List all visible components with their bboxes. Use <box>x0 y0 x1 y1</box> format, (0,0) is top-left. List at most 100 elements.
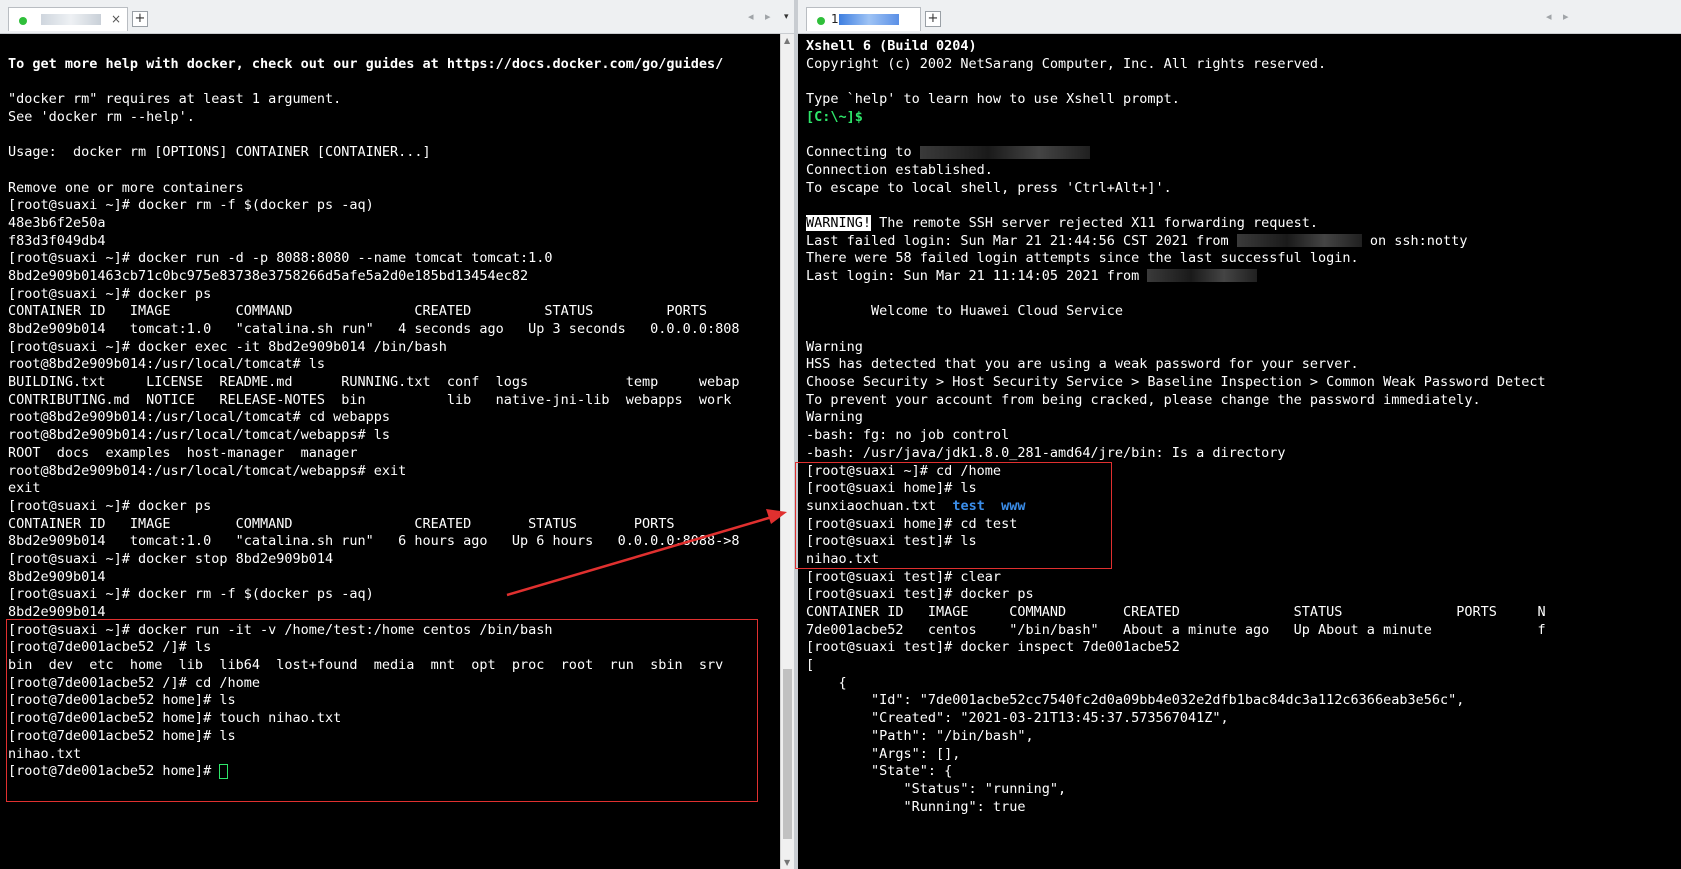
left-scrollbar[interactable]: ▲ ▼ <box>780 34 795 869</box>
terminal-line-text: [root@suaxi ~]# docker ps <box>8 285 212 302</box>
new-tab-button[interactable]: + <box>925 11 941 27</box>
terminal-line-text: WARNING! <box>806 214 872 231</box>
terminal-line-text: To prevent your account from being crack… <box>806 391 1481 408</box>
redacted-tab-title <box>839 14 899 25</box>
terminal-line-text: Warning <box>806 409 863 426</box>
terminal-line-text: [root@suaxi ~]# docker stop 8bd2e909b014 <box>8 550 334 567</box>
terminal-line: root@8bd2e909b014:/usr/local/tomcat/weba… <box>8 427 795 445</box>
scroll-thumb[interactable] <box>783 669 792 839</box>
right-session-tab[interactable]: 1 <box>806 7 921 31</box>
terminal-line-text: root@8bd2e909b014:/usr/local/tomcat/weba… <box>8 427 391 444</box>
tab-scroll-arrows[interactable]: ◂ ▸ <box>748 10 775 23</box>
right-tab-bar: 1 + ◂ ▸ <box>798 0 1681 34</box>
failed-login-suffix: on ssh:notty <box>1361 232 1468 249</box>
left-highlight-box <box>6 619 758 802</box>
terminal-line-text: "Status": "running", <box>806 780 1067 797</box>
scroll-up-icon[interactable]: ▲ <box>784 36 790 45</box>
terminal-line-text: Warning <box>806 338 863 355</box>
terminal-line-text: -bash: fg: no job control <box>806 427 1010 444</box>
terminal-line-text: Connecting to <box>806 144 920 161</box>
terminal-line-text: f83d3f049db4 <box>8 232 106 249</box>
terminal-line-text: [root@suaxi test]# docker inspect 7de001… <box>806 639 1180 656</box>
tab-menu-chevron-icon[interactable]: ▾ <box>784 12 789 22</box>
terminal-line-text: 8bd2e909b014 tomcat:1.0 "catalina.sh run… <box>8 533 740 550</box>
terminal-line-text: 48e3b6f2e50a <box>8 214 106 231</box>
terminal-line-text: There were 58 failed login attempts sinc… <box>806 250 1359 267</box>
terminal-line-text: 8bd2e909b014 <box>8 604 106 620</box>
terminal-line: [root@suaxi ~]# docker rm -f $(docker ps… <box>8 197 795 215</box>
terminal-line: [root@suaxi ~]# docker stop 8bd2e909b014 <box>8 551 795 569</box>
left-session-tab[interactable]: × <box>8 7 128 31</box>
terminal-line-text: "State": { <box>806 763 953 780</box>
terminal-line-text: root@8bd2e909b014:/usr/local/tomcat/weba… <box>8 462 407 479</box>
terminal-line-text: Last login: Sun Mar 21 11:14:05 2021 fro… <box>806 267 1148 284</box>
terminal-line: 8bd2e909b01463cb71c0bc975e83738e3758266d… <box>8 268 795 286</box>
terminal-line-text: Usage: docker rm [OPTIONS] CONTAINER [CO… <box>8 144 431 161</box>
terminal-line: { <box>806 675 1681 693</box>
terminal-line: 8bd2e909b014 <box>8 569 795 587</box>
terminal-line: root@8bd2e909b014:/usr/local/tomcat# ls <box>8 356 795 374</box>
terminal-line: "Args": [], <box>806 746 1681 764</box>
terminal-line: To escape to local shell, press 'Ctrl+Al… <box>806 180 1681 198</box>
terminal-line: 8bd2e909b014 tomcat:1.0 "catalina.sh run… <box>8 533 795 551</box>
terminal-line-text: 7de001acbe52 centos "/bin/bash" About a … <box>806 621 1546 638</box>
terminal-line: HSS has detected that you are using a we… <box>806 356 1681 374</box>
terminal-line: Last failed login: Sun Mar 21 21:44:56 C… <box>806 233 1681 251</box>
right-session-pane: 1 + ◂ ▸ Xshell 6 (Build 0204) Copyright (… <box>798 0 1681 869</box>
terminal-line: "Id": "7de001acbe52cc7540fc2d0a09bb4e032… <box>806 692 1681 710</box>
terminal-line: WARNING! The remote SSH server rejected … <box>806 214 1681 233</box>
terminal-line-text: To get more help with docker, check out … <box>8 55 724 72</box>
terminal-line: [root@suaxi ~]# docker run -d -p 8088:80… <box>8 250 795 268</box>
terminal-line: BUILDING.txt LICENSE README.md RUNNING.t… <box>8 374 795 392</box>
terminal-line-text: [root@suaxi ~]# docker rm -f $(docker ps… <box>8 586 374 603</box>
terminal-line-text: "Created": "2021-03-21T13:45:37.57356704… <box>806 710 1229 727</box>
terminal-line-text: [root@suaxi ~]# docker ps <box>8 497 212 514</box>
terminal-line: [root@suaxi test]# docker inspect 7de001… <box>806 639 1681 657</box>
terminal-line: Connection established. <box>806 162 1681 180</box>
terminal-line-text: [C:\~]$ <box>806 108 863 125</box>
terminal-line: CONTAINER ID IMAGE COMMAND CREATED STATU… <box>8 516 795 534</box>
terminal-line-text: 8bd2e909b014 tomcat:1.0 "catalina.sh run… <box>8 321 740 337</box>
terminal-line-text: [root@suaxi test]# clear <box>806 568 1002 585</box>
terminal-line: Warning <box>806 339 1681 357</box>
terminal-line: "State": { <box>806 763 1681 781</box>
terminal-line-text: 8bd2e909b014 <box>8 568 106 585</box>
right-highlight-box <box>795 462 1112 569</box>
terminal-line: "Created": "2021-03-21T13:45:37.57356704… <box>806 710 1681 728</box>
right-terminal[interactable]: Xshell 6 (Build 0204) Copyright (c) 2002 … <box>798 34 1681 869</box>
tab-scroll-arrows[interactable]: ◂ ▸ <box>1546 10 1573 23</box>
terminal-line: Welcome to Huawei Cloud Service <box>806 303 1681 321</box>
terminal-line-text: "Running": true <box>806 798 1026 815</box>
terminal-line-text: BUILDING.txt LICENSE README.md RUNNING.t… <box>8 374 740 391</box>
terminal-line-text: Connection established. <box>806 161 993 178</box>
terminal-line-text: "docker rm" requires at least 1 argument… <box>8 91 342 108</box>
terminal-line: Xshell 6 (Build 0204) <box>806 38 1681 56</box>
terminal-line: [root@suaxi ~]# docker exec -it 8bd2e909… <box>8 339 795 357</box>
terminal-line-text: "Args": [], <box>806 745 961 762</box>
terminal-line-text: Remove one or more containers <box>8 179 244 196</box>
terminal-line-text: Xshell 6 (Build 0204) <box>806 38 977 54</box>
terminal-line-text: ROOT docs examples host-manager manager <box>8 444 358 461</box>
new-tab-button[interactable]: + <box>132 11 148 27</box>
connected-status-icon <box>19 17 27 25</box>
terminal-line: [ <box>806 657 1681 675</box>
right-terminal-output: Xshell 6 (Build 0204) Copyright (c) 2002 … <box>798 34 1681 816</box>
terminal-line-text: "Path": "/bin/bash", <box>806 727 1034 744</box>
terminal-line-text: { <box>806 674 847 691</box>
terminal-line: [C:\~]$ <box>806 109 1681 127</box>
terminal-line-text: [ <box>806 657 815 674</box>
terminal-line: 8bd2e909b014 tomcat:1.0 "catalina.sh run… <box>8 321 795 339</box>
terminal-line-text: exit <box>8 480 41 497</box>
redacted-tab-title <box>41 14 101 25</box>
scroll-down-icon[interactable]: ▼ <box>784 858 790 867</box>
terminal-line: [root@suaxi test]# clear <box>806 569 1681 587</box>
terminal-line: ROOT docs examples host-manager manager <box>8 445 795 463</box>
terminal-line: CONTAINER ID IMAGE COMMAND CREATED STATU… <box>8 303 795 321</box>
terminal-line-text: Copyright (c) 2002 NetSarang Computer, I… <box>806 55 1327 72</box>
close-tab-icon[interactable]: × <box>111 12 121 26</box>
